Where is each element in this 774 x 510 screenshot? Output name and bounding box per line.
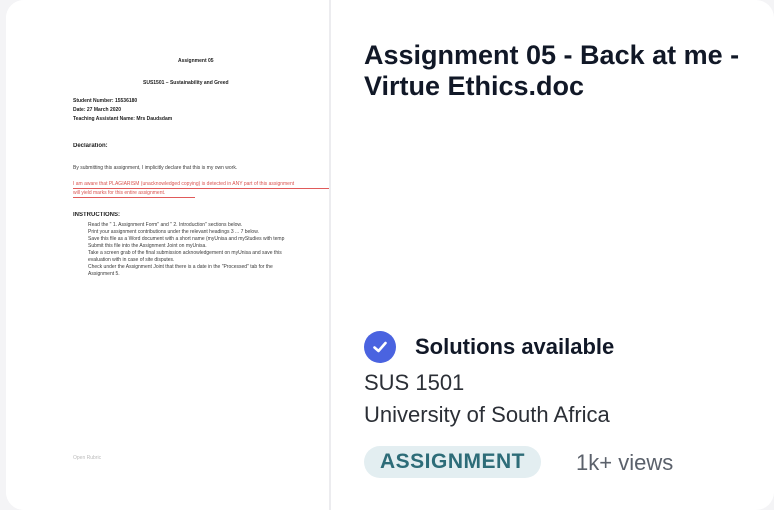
preview-bullet: Print your assignment contributions unde… [88, 229, 259, 235]
preview-assistant: Teaching Assistant Name: Mrs Daudsdam [73, 116, 173, 122]
preview-bullet: Take a screen grab of the final submissi… [88, 250, 282, 256]
preview-declaration-text: By submitting this assignment, I implici… [73, 165, 238, 171]
verified-check-icon [364, 331, 396, 363]
document-type-badge: ASSIGNMENT [364, 446, 542, 478]
preview-heading: Assignment 05 [178, 58, 214, 64]
preview-bullet: Save this file as a Word document with a… [88, 236, 285, 242]
solutions-label: Solutions available [415, 334, 615, 359]
document-title[interactable]: Assignment 05 - Back at me - Virtue Ethi… [364, 40, 764, 102]
preview-student-number: Student Number: 15536180 [73, 98, 138, 104]
view-count: 1k+ views [576, 450, 674, 475]
preview-declaration-heading: Declaration: [73, 143, 108, 149]
preview-bullet: Submit this file into the Assignment Joi… [88, 243, 207, 249]
course-code[interactable]: SUS 1501 [364, 370, 464, 396]
document-preview-thumbnail[interactable]: Assignment 05 SUS1501 – Sustainability a… [6, 0, 331, 510]
solutions-indicator: Solutions available [364, 331, 614, 363]
preview-red-underline-2 [73, 197, 195, 198]
preview-red-line-2: will yield marks for this entire assignm… [73, 190, 166, 196]
preview-date: Date: 27 March 2020 [73, 107, 122, 113]
university-name[interactable]: University of South Africa [364, 402, 610, 428]
document-card[interactable]: Assignment 05 SUS1501 – Sustainability a… [6, 0, 774, 510]
preview-bullet: Assignment 5. [88, 271, 120, 277]
document-preview-page: Assignment 05 SUS1501 – Sustainability a… [6, 0, 329, 510]
preview-red-line-1: I am aware that PLAGIARISM (unacknowledg… [73, 181, 295, 187]
preview-bullet: Read the " 1. Assignment Form" and " 2. … [88, 222, 243, 228]
preview-instructions-heading: INSTRUCTIONS: [73, 212, 120, 218]
preview-red-underline-1 [73, 188, 329, 189]
preview-bullet: Check under the Assignment Joint that th… [88, 264, 273, 270]
preview-bullet: evaluation with in case of site disputes… [88, 257, 175, 263]
document-info: Assignment 05 - Back at me - Virtue Ethi… [364, 40, 764, 102]
preview-subheading: SUS1501 – Sustainability and Greed [143, 80, 229, 86]
preview-footer: Open Rubric [73, 455, 102, 461]
